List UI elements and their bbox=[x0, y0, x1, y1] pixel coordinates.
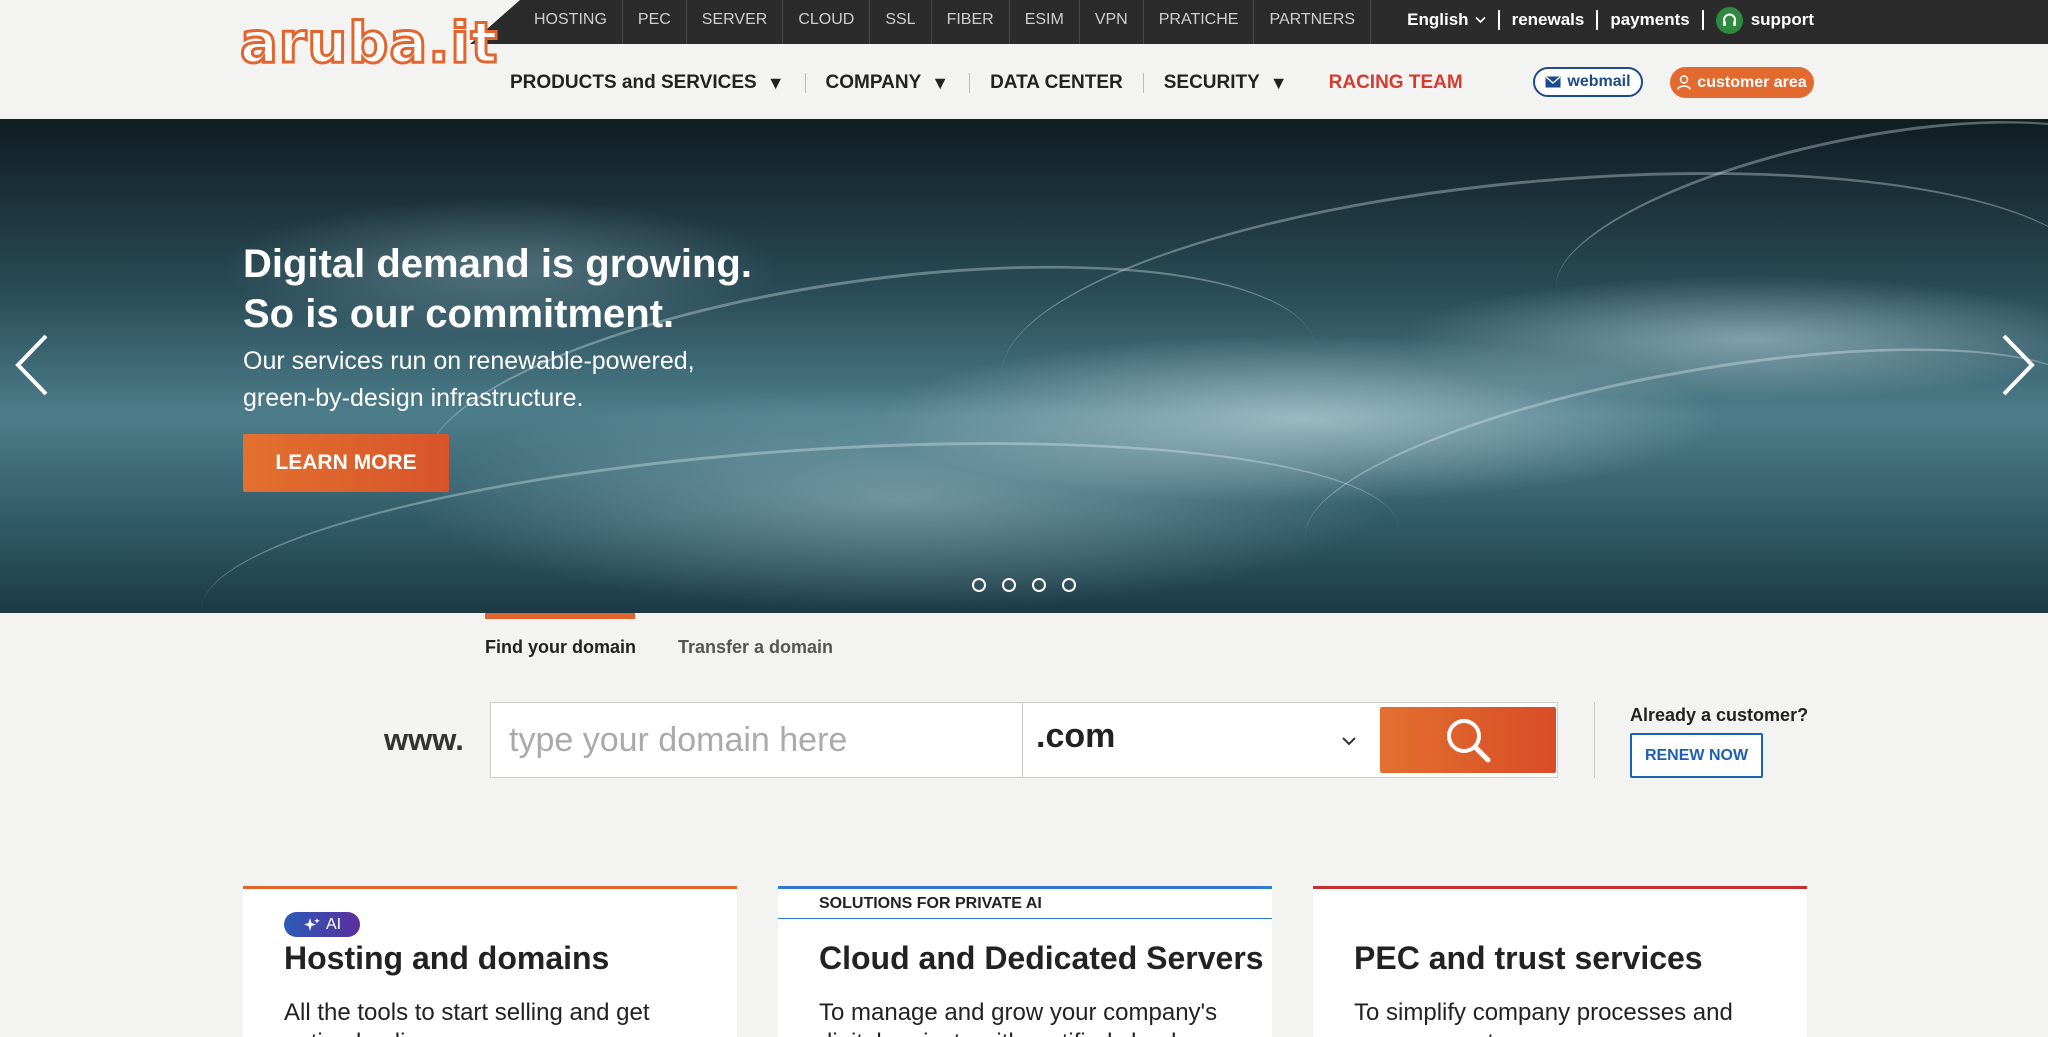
webmail-button[interactable]: webmail bbox=[1533, 67, 1643, 97]
user-icon bbox=[1677, 75, 1692, 90]
hero-subtitle: Our services run on renewable-powered, g… bbox=[243, 343, 695, 417]
topnav-ssl[interactable]: SSL bbox=[870, 0, 932, 44]
menu-products-label: PRODUCTS and SERVICES bbox=[510, 72, 757, 93]
mail-icon bbox=[1545, 76, 1561, 88]
topnav-cloud[interactable]: CLOUD bbox=[783, 0, 871, 44]
menu-racing-label: RACING TEAM bbox=[1328, 72, 1463, 93]
customer-area-label: customer area bbox=[1697, 73, 1807, 91]
carousel-dot-1[interactable] bbox=[972, 578, 986, 592]
domain-search-input[interactable] bbox=[491, 703, 1023, 777]
topnav-fiber[interactable]: FIBER bbox=[932, 0, 1010, 44]
webmail-label: webmail bbox=[1567, 73, 1631, 90]
menu-datacenter[interactable]: DATA CENTER bbox=[990, 72, 1123, 94]
topnav-pec[interactable]: PEC bbox=[623, 0, 687, 44]
domain-search-button[interactable] bbox=[1380, 707, 1556, 773]
card-hosting[interactable]: AI Hosting and domains All the tools to … bbox=[243, 886, 737, 1037]
separator bbox=[1596, 10, 1599, 30]
card-title: Cloud and Dedicated Servers bbox=[819, 940, 1264, 976]
renewals-link[interactable]: renewals bbox=[1512, 10, 1585, 30]
hero-subtitle-line2: green-by-design infrastructure. bbox=[243, 384, 584, 412]
card-pec[interactable]: PEC and trust services To simplify compa… bbox=[1313, 886, 1807, 1037]
carousel-next-icon[interactable] bbox=[1998, 332, 2038, 398]
topnav-vpn[interactable]: VPN bbox=[1080, 0, 1144, 44]
vertical-separator bbox=[1594, 702, 1595, 778]
menu-divider bbox=[969, 73, 971, 93]
customer-area-button[interactable]: customer area bbox=[1670, 67, 1814, 98]
aruba-logo[interactable]: aruba.it bbox=[238, 12, 498, 75]
menu-divider bbox=[1142, 73, 1144, 93]
caret-down-icon: ▼ bbox=[1269, 72, 1288, 93]
learn-more-button[interactable]: LEARN MORE bbox=[243, 434, 449, 492]
carousel-dot-3[interactable] bbox=[1032, 578, 1046, 592]
search-icon bbox=[1447, 719, 1491, 763]
card-description: To manage and grow your company's digita… bbox=[819, 999, 1218, 1037]
chevron-down-icon[interactable] bbox=[1339, 731, 1359, 751]
already-customer-label: Already a customer? bbox=[1630, 705, 1809, 725]
hero-subtitle-line1: Our services run on renewable-powered, bbox=[243, 347, 695, 375]
chevron-down-icon bbox=[1475, 16, 1486, 24]
carousel-dots bbox=[972, 578, 1076, 592]
carousel-dot-4[interactable] bbox=[1062, 578, 1076, 592]
caret-down-icon: ▼ bbox=[766, 72, 785, 93]
card-title: PEC and trust services bbox=[1354, 940, 1703, 976]
menu-company-label: COMPANY bbox=[825, 72, 922, 93]
card-description: To simplify company processes and manage… bbox=[1354, 999, 1733, 1037]
card-cloud[interactable]: SOLUTIONS FOR PRIVATE AI Cloud and Dedic… bbox=[778, 886, 1272, 1037]
topnav-pratiche[interactable]: PRATICHE bbox=[1144, 0, 1255, 44]
domain-search-box: .com bbox=[490, 702, 1558, 778]
support-link[interactable]: support bbox=[1715, 6, 1814, 34]
ai-badge-label: AI bbox=[325, 915, 342, 933]
topnav-server[interactable]: SERVER bbox=[687, 0, 784, 44]
card-title: Hosting and domains bbox=[284, 940, 610, 976]
card-top-line bbox=[243, 886, 737, 889]
menu-security[interactable]: SECURITY ▼ bbox=[1164, 72, 1288, 94]
language-label: English bbox=[1407, 10, 1469, 29]
www-prefix: www. bbox=[384, 722, 464, 757]
hero-carousel: Digital demand is growing. So is our com… bbox=[0, 119, 2048, 613]
topnav-esim[interactable]: ESIM bbox=[1010, 0, 1080, 44]
menu-security-label: SECURITY bbox=[1163, 72, 1260, 93]
separator bbox=[1701, 10, 1704, 30]
card-category-label: SOLUTIONS FOR PRIVATE AI bbox=[778, 889, 1272, 919]
card-description: All the tools to start selling and get n… bbox=[284, 999, 650, 1037]
tld-select-value[interactable]: .com bbox=[1036, 717, 1115, 756]
top-nav: HOSTING PEC SERVER CLOUD SSL FIBER ESIM … bbox=[520, 0, 1372, 44]
language-selector[interactable]: English bbox=[1407, 10, 1486, 30]
menu-spacer bbox=[1308, 73, 1309, 93]
topnav-partners[interactable]: PARTNERS bbox=[1254, 0, 1372, 44]
tab-find-domain[interactable]: Find your domain bbox=[485, 613, 636, 657]
sparkle-icon bbox=[303, 917, 320, 931]
hero-title: Digital demand is growing. So is our com… bbox=[243, 239, 752, 339]
menu-divider bbox=[804, 73, 806, 93]
hero-title-line2: So is our commitment. bbox=[243, 292, 675, 336]
ai-badge: AI bbox=[284, 912, 360, 937]
headset-icon bbox=[1715, 6, 1743, 34]
renew-now-button[interactable]: RENEW NOW bbox=[1630, 733, 1763, 778]
menu-company[interactable]: COMPANY ▼ bbox=[826, 72, 950, 94]
topnav-hosting[interactable]: HOSTING bbox=[520, 0, 623, 44]
menu-datacenter-label: DATA CENTER bbox=[990, 72, 1123, 93]
card-top-line bbox=[1313, 886, 1807, 889]
menu-products[interactable]: PRODUCTS and SERVICES ▼ bbox=[510, 72, 785, 94]
active-tab-indicator bbox=[485, 613, 635, 619]
payments-link[interactable]: payments bbox=[1610, 10, 1689, 30]
top-right-links: English renewals payments support bbox=[1407, 0, 1814, 40]
hero-title-line1: Digital demand is growing. bbox=[243, 242, 752, 286]
menu-racing-team[interactable]: RACING TEAM bbox=[1329, 72, 1463, 94]
main-menu: PRODUCTS and SERVICES ▼ COMPANY ▼ DATA C… bbox=[510, 72, 1463, 94]
carousel-dot-2[interactable] bbox=[1002, 578, 1016, 592]
separator bbox=[1497, 10, 1500, 30]
support-label: support bbox=[1750, 10, 1814, 29]
caret-down-icon: ▼ bbox=[931, 72, 950, 93]
tab-find-domain-label: Find your domain bbox=[485, 637, 636, 657]
carousel-prev-icon[interactable] bbox=[12, 332, 52, 398]
tab-transfer-domain[interactable]: Transfer a domain bbox=[678, 637, 833, 658]
